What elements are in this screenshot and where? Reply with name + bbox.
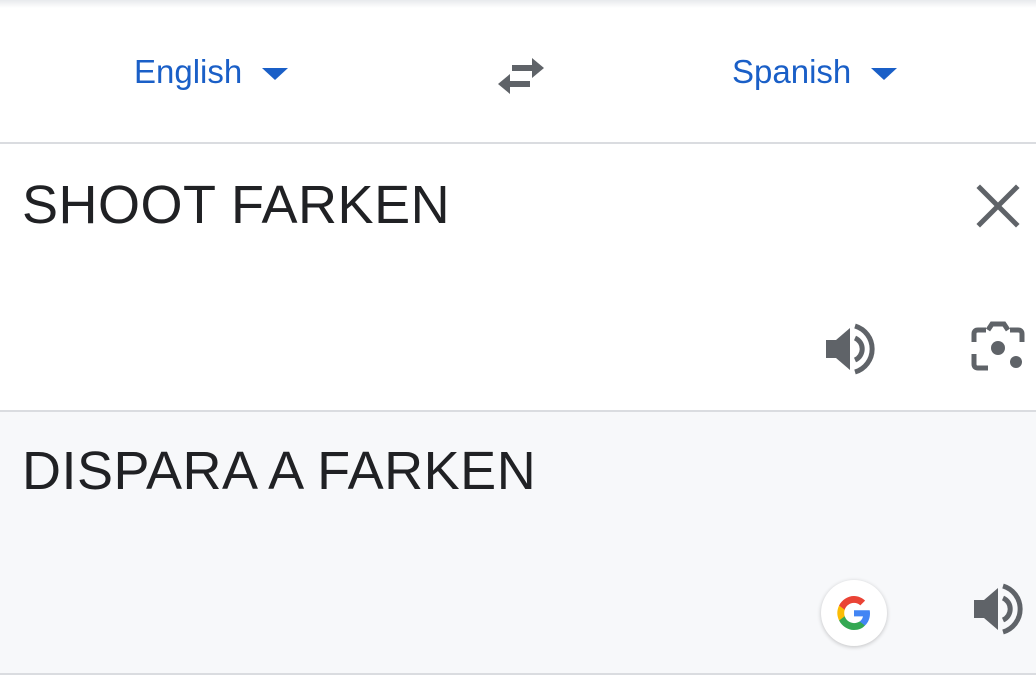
source-language-selector[interactable]: English (134, 50, 289, 94)
source-panel: SHOOT FARKEN (0, 144, 1036, 412)
translate-screen: English Spanish SHOOT FARKEN DISPARA A F… (0, 0, 1036, 687)
source-language-label: English (134, 53, 243, 90)
google-search-button[interactable] (821, 580, 887, 646)
target-language-selector[interactable]: Spanish (732, 50, 898, 94)
top-shadow (0, 0, 1036, 8)
swap-arrows-icon (498, 58, 544, 94)
google-logo-icon (837, 596, 870, 630)
caret-down-icon (871, 68, 898, 80)
close-icon (976, 184, 1020, 228)
target-language-label: Spanish (732, 53, 852, 90)
translation-panel: DISPARA A FARKEN (0, 412, 1036, 675)
speaker-icon (826, 323, 875, 375)
speaker-icon (974, 583, 1023, 635)
source-text-input[interactable]: SHOOT FARKEN (22, 174, 450, 236)
clear-text-button[interactable] (974, 182, 1022, 230)
language-bar: English Spanish (0, 8, 1036, 144)
caret-down-icon (262, 68, 289, 80)
camera-lens-icon (971, 321, 1025, 371)
translation-text: DISPARA A FARKEN (22, 441, 537, 501)
listen-translation-button[interactable] (970, 580, 1028, 638)
camera-translate-button[interactable] (968, 320, 1028, 376)
listen-source-button[interactable] (822, 320, 880, 378)
swap-languages-button[interactable] (490, 54, 552, 100)
